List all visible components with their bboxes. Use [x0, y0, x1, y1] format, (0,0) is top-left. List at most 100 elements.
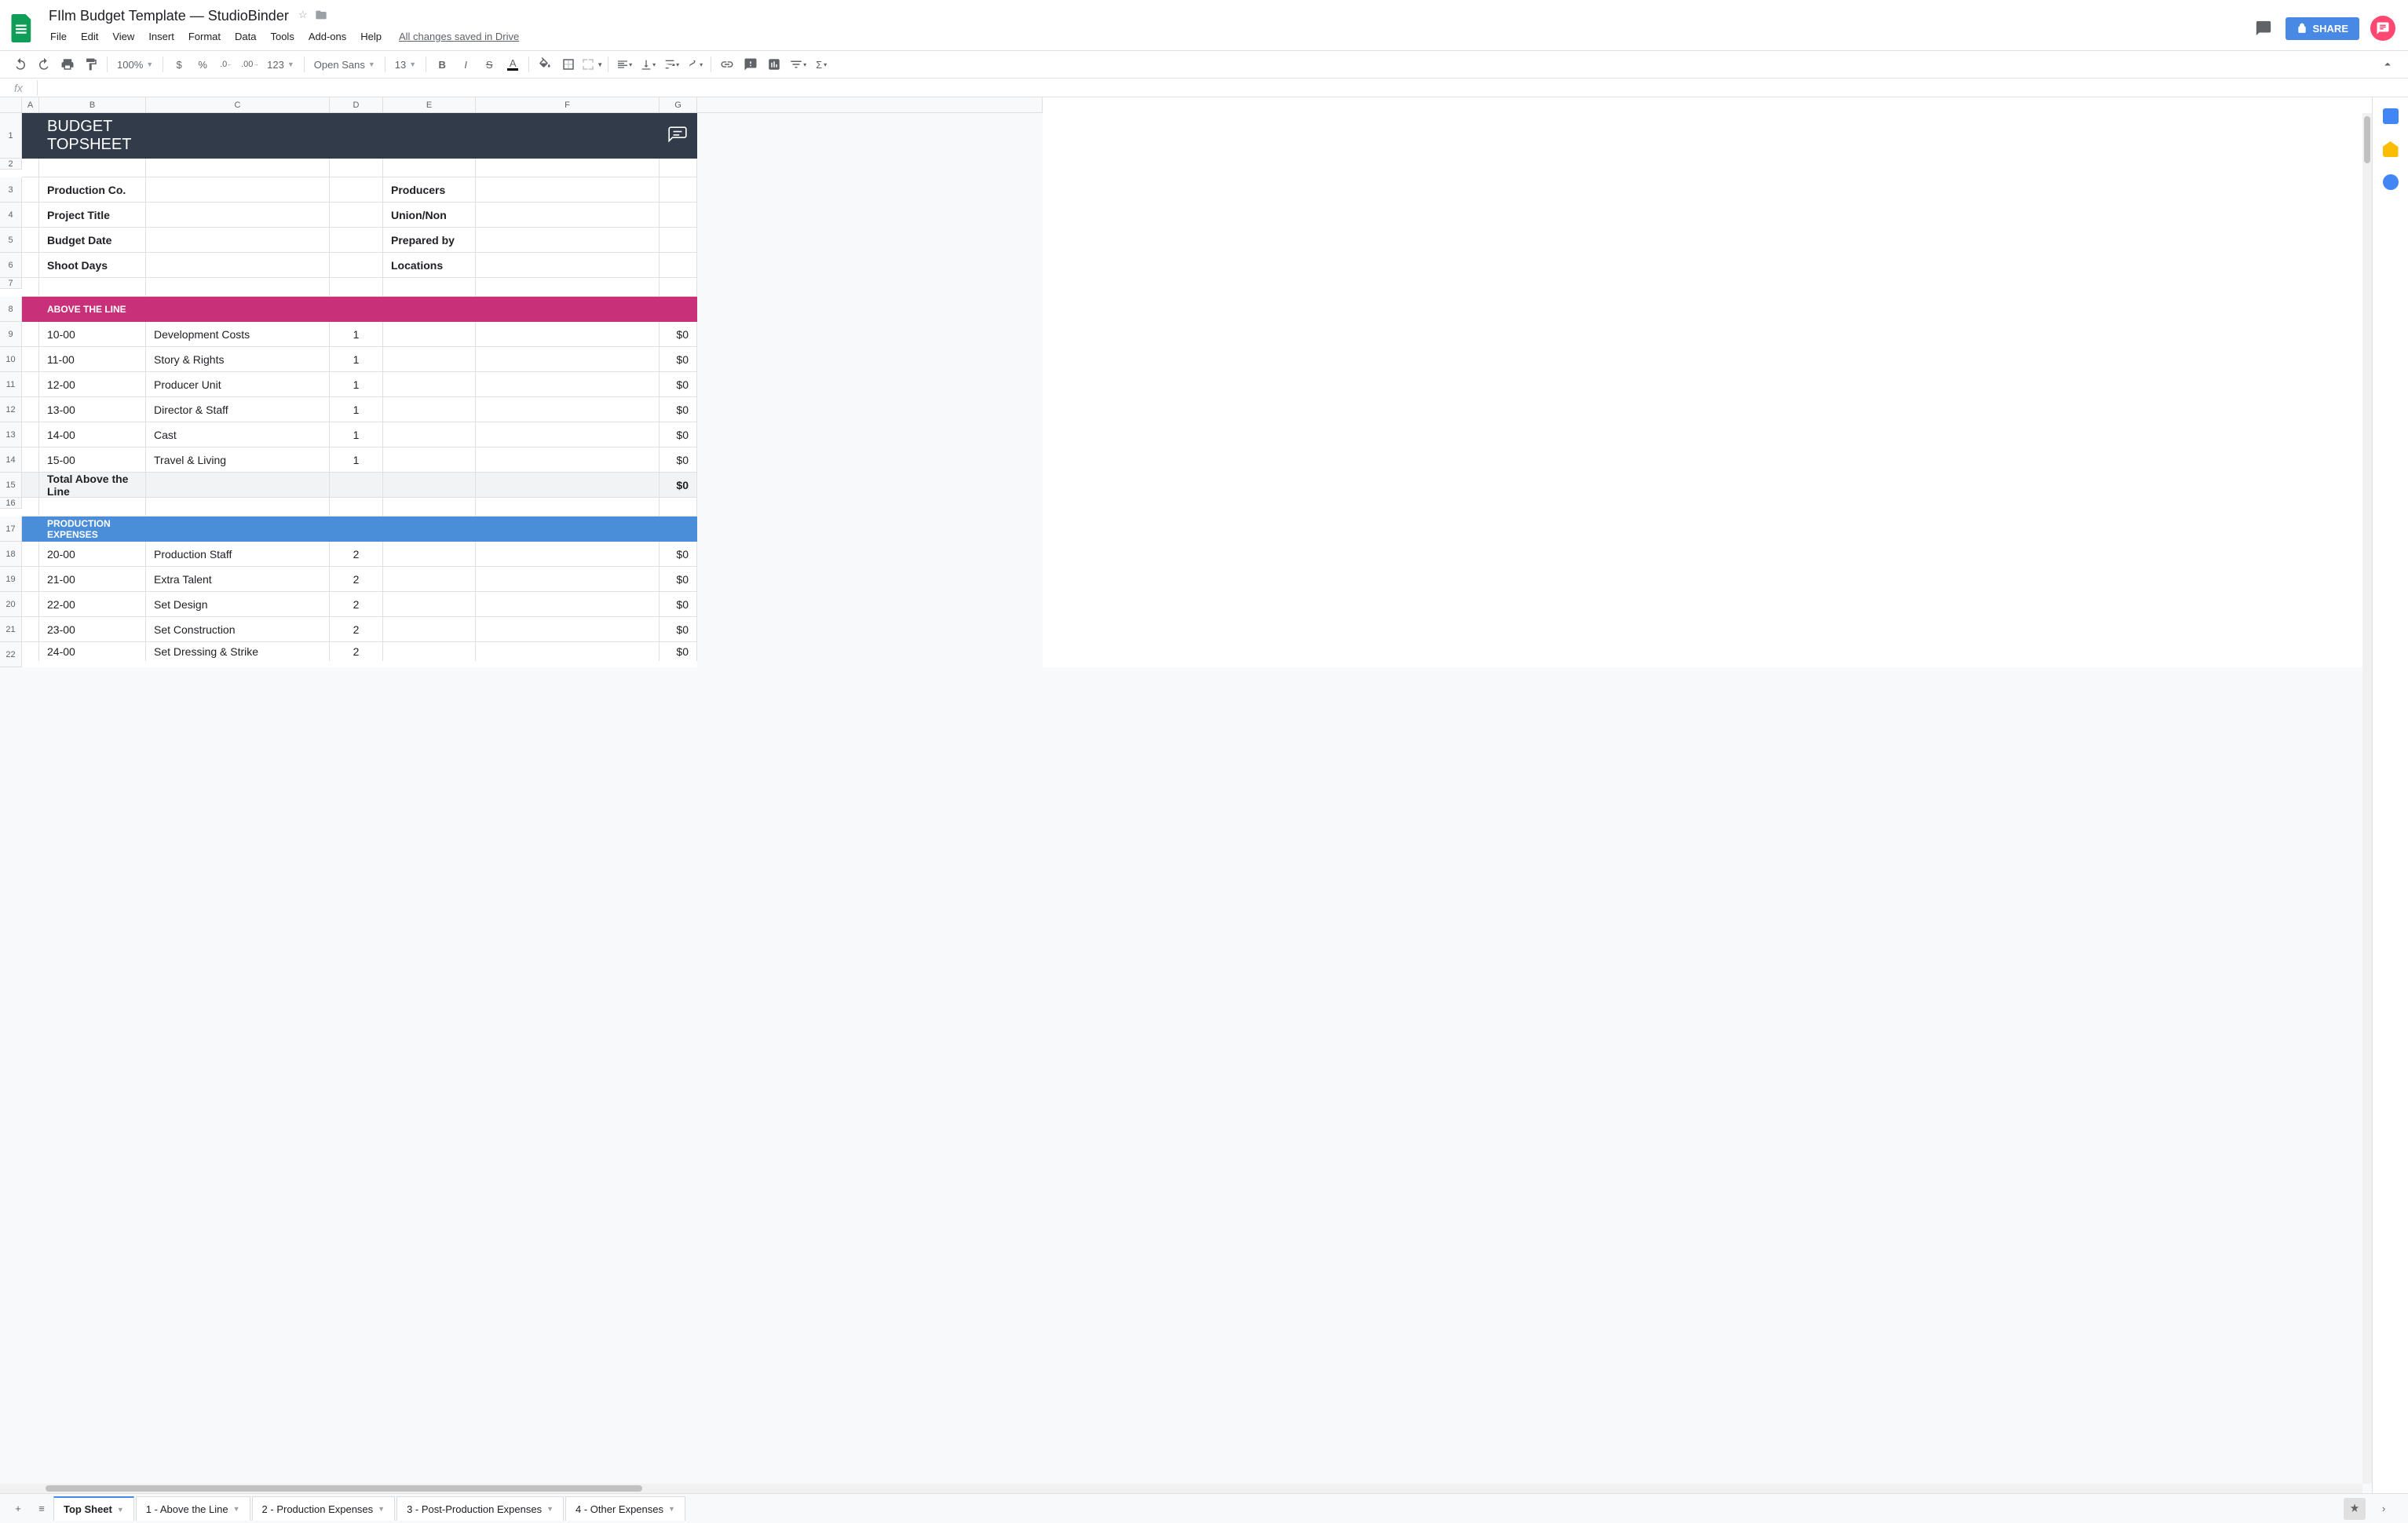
menu-data[interactable]: Data — [228, 27, 262, 46]
cell-B5[interactable]: Budget Date — [39, 228, 146, 253]
cell-D1[interactable] — [330, 113, 383, 159]
column-header-B[interactable]: B — [39, 97, 146, 113]
cell-F10[interactable] — [476, 347, 660, 372]
add-sheet-button[interactable]: + — [6, 1497, 30, 1521]
cell-C15[interactable] — [146, 473, 330, 498]
row-header-13[interactable]: 13 — [0, 422, 22, 447]
cell-G19[interactable]: $0 — [660, 567, 697, 592]
cell-F7[interactable] — [476, 278, 660, 297]
redo-button[interactable] — [33, 54, 55, 75]
tab-menu-icon[interactable]: ▼ — [117, 1506, 124, 1514]
cell-C19[interactable]: Extra Talent — [146, 567, 330, 592]
sheet-tab[interactable]: 2 - Production Expenses▼ — [252, 1496, 396, 1521]
keep-icon[interactable] — [2383, 141, 2399, 157]
cell-A8[interactable] — [22, 297, 39, 322]
row-header-21[interactable]: 21 — [0, 617, 22, 642]
cell-E4[interactable]: Union/Non — [383, 203, 476, 228]
percent-button[interactable]: % — [192, 54, 214, 75]
row-header-12[interactable]: 12 — [0, 397, 22, 422]
cell-G1[interactable] — [660, 113, 697, 159]
bold-button[interactable]: B — [431, 54, 453, 75]
cell-C9[interactable]: Development Costs — [146, 322, 330, 347]
row-header-8[interactable]: 8 — [0, 297, 22, 322]
cell-E13[interactable] — [383, 422, 476, 447]
cell-F9[interactable] — [476, 322, 660, 347]
cell-E6[interactable]: Locations — [383, 253, 476, 278]
row-header-15[interactable]: 15 — [0, 473, 22, 498]
menu-edit[interactable]: Edit — [75, 27, 104, 46]
cell-A7[interactable] — [22, 278, 39, 297]
cell-D6[interactable] — [330, 253, 383, 278]
filter-button[interactable]: ▾ — [787, 54, 809, 75]
cell-A2[interactable] — [22, 159, 39, 177]
tab-menu-icon[interactable]: ▼ — [668, 1505, 675, 1513]
horizontal-align-button[interactable]: ▾ — [613, 54, 635, 75]
menu-help[interactable]: Help — [354, 27, 388, 46]
cell-G9[interactable]: $0 — [660, 322, 697, 347]
cell-B7[interactable] — [39, 278, 146, 297]
cell-A22[interactable] — [22, 642, 39, 661]
row-header-19[interactable]: 19 — [0, 567, 22, 592]
cell-B22[interactable]: 24-00 — [39, 642, 146, 661]
cell-G10[interactable]: $0 — [660, 347, 697, 372]
cell-F8[interactable] — [476, 297, 660, 322]
cell-G18[interactable]: $0 — [660, 542, 697, 567]
cell-B8[interactable]: ABOVE THE LINE — [39, 297, 146, 322]
menu-format[interactable]: Format — [182, 27, 227, 46]
cell-B2[interactable] — [39, 159, 146, 177]
cell-D19[interactable]: 2 — [330, 567, 383, 592]
increase-decimal-button[interactable]: .00→ — [239, 54, 261, 75]
cell-B12[interactable]: 13-00 — [39, 397, 146, 422]
sheet-tab[interactable]: 1 - Above the Line▼ — [136, 1496, 250, 1521]
cell-F12[interactable] — [476, 397, 660, 422]
cell-F16[interactable] — [476, 498, 660, 517]
cell-G15[interactable]: $0 — [660, 473, 697, 498]
row-header-4[interactable]: 4 — [0, 203, 22, 228]
cell-C16[interactable] — [146, 498, 330, 517]
share-button[interactable]: SHARE — [2286, 17, 2359, 40]
cell-C4[interactable] — [146, 203, 330, 228]
cell-A4[interactable] — [22, 203, 39, 228]
cell-A18[interactable] — [22, 542, 39, 567]
cell-A1[interactable] — [22, 113, 39, 159]
cell-D8[interactable] — [330, 297, 383, 322]
cell-E3[interactable]: Producers — [383, 177, 476, 203]
cell-E12[interactable] — [383, 397, 476, 422]
currency-button[interactable]: $ — [168, 54, 190, 75]
column-header-F[interactable]: F — [476, 97, 660, 113]
cell-F6[interactable] — [476, 253, 660, 278]
cell-D5[interactable] — [330, 228, 383, 253]
sheet-tab[interactable]: 4 - Other Expenses▼ — [565, 1496, 685, 1521]
cell-D21[interactable]: 2 — [330, 617, 383, 642]
cell-B15[interactable]: Total Above the Line — [39, 473, 146, 498]
cell-D9[interactable]: 1 — [330, 322, 383, 347]
font-select[interactable]: Open Sans▼ — [309, 57, 380, 72]
cell-F18[interactable] — [476, 542, 660, 567]
tasks-icon[interactable] — [2383, 174, 2399, 190]
cell-F5[interactable] — [476, 228, 660, 253]
cell-F14[interactable] — [476, 447, 660, 473]
cell-E9[interactable] — [383, 322, 476, 347]
cell-E17[interactable] — [383, 517, 476, 542]
menu-tools[interactable]: Tools — [264, 27, 300, 46]
cell-E14[interactable] — [383, 447, 476, 473]
cell-F20[interactable] — [476, 592, 660, 617]
cell-F2[interactable] — [476, 159, 660, 177]
row-header-2[interactable]: 2 — [0, 159, 22, 170]
cell-D20[interactable]: 2 — [330, 592, 383, 617]
decrease-decimal-button[interactable]: .0← — [215, 54, 237, 75]
cell-B11[interactable]: 12-00 — [39, 372, 146, 397]
cell-A21[interactable] — [22, 617, 39, 642]
row-header-5[interactable]: 5 — [0, 228, 22, 253]
vertical-align-button[interactable]: ▾ — [637, 54, 659, 75]
row-header-11[interactable]: 11 — [0, 372, 22, 397]
comments-button[interactable] — [2253, 17, 2275, 39]
cell-E19[interactable] — [383, 567, 476, 592]
paint-format-button[interactable] — [80, 54, 102, 75]
cell-A15[interactable] — [22, 473, 39, 498]
cell-A10[interactable] — [22, 347, 39, 372]
cell-C6[interactable] — [146, 253, 330, 278]
cell-G5[interactable] — [660, 228, 697, 253]
select-all-cell[interactable] — [0, 97, 22, 113]
cell-C12[interactable]: Director & Staff — [146, 397, 330, 422]
